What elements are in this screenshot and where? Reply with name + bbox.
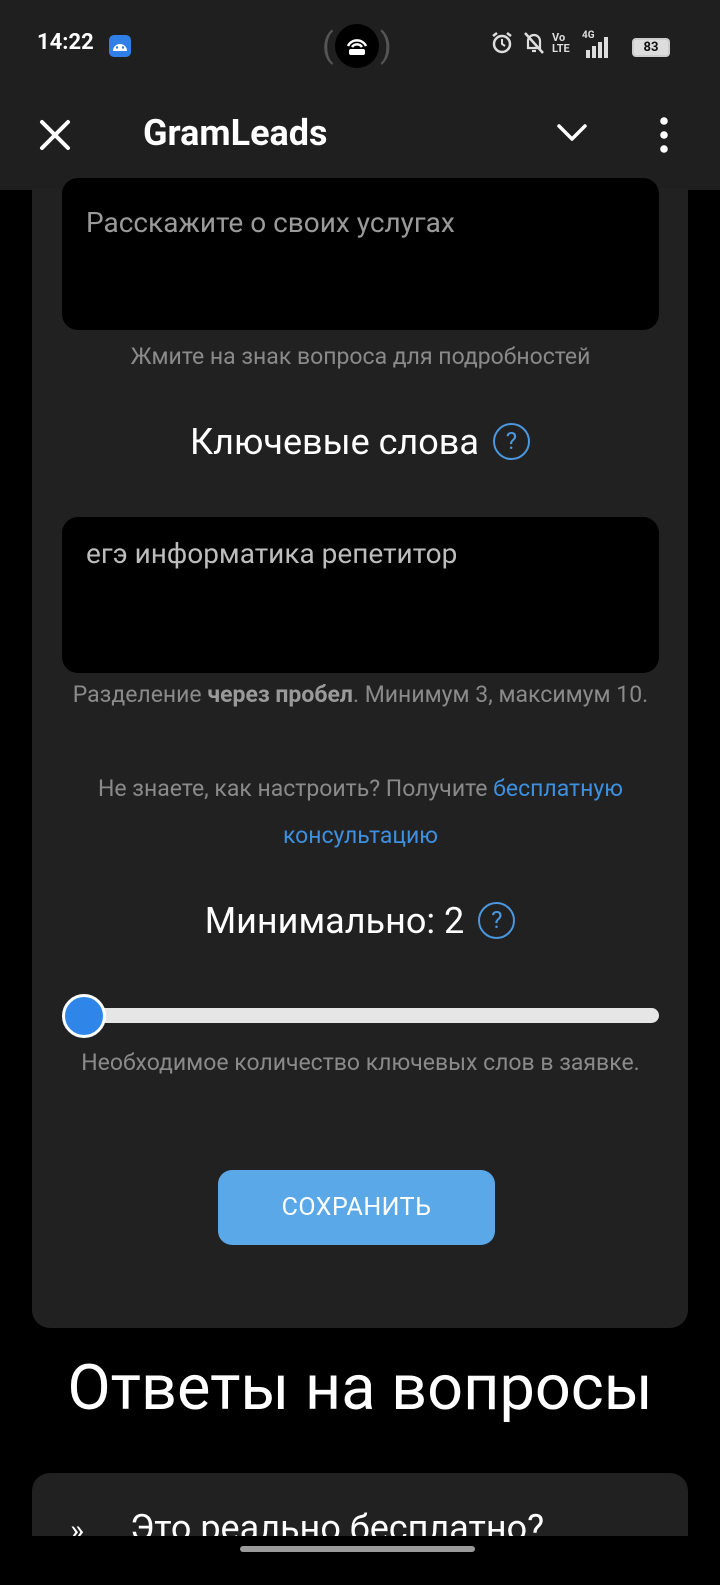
services-textarea[interactable]: Расскажите о своих услугах bbox=[62, 178, 659, 330]
chevron-down-icon[interactable] bbox=[557, 122, 587, 144]
faq-title: Ответы на вопросы bbox=[67, 1352, 653, 1425]
keywords-title-text: Ключевые слова bbox=[190, 421, 479, 463]
minimum-title-text: Минимально: 2 bbox=[204, 900, 465, 942]
alarm-icon bbox=[492, 32, 512, 54]
minimum-slider-thumb[interactable] bbox=[62, 994, 106, 1038]
services-hint: Жмите на знак вопроса для подробностей bbox=[130, 343, 591, 370]
minimum-hint: Необходимое количество ключевых слов в з… bbox=[81, 1049, 640, 1076]
more-vert-icon[interactable] bbox=[656, 116, 672, 154]
volte-icon: Vo LTE bbox=[552, 31, 570, 55]
keywords-textarea[interactable]: егэ информатика репетитор bbox=[62, 517, 659, 673]
battery-icon: 83 bbox=[632, 38, 670, 57]
minimum-title: Минимально: 2? bbox=[32, 900, 688, 942]
android-icon bbox=[109, 35, 131, 57]
settings-card: Расскажите о своих услугах Жмите на знак… bbox=[32, 178, 688, 1328]
faq-item[interactable]: » Это реально бесплатно? bbox=[32, 1473, 688, 1543]
mute-icon bbox=[524, 32, 544, 54]
keywords-hint: Разделение через пробел. Минимум 3, макс… bbox=[72, 681, 649, 708]
home-indicator[interactable] bbox=[240, 1546, 475, 1552]
minimum-slider-track[interactable] bbox=[74, 1008, 659, 1023]
nav-bar-area bbox=[0, 1536, 720, 1585]
consult-hint: Не знаете, как настроить? Получите беспл… bbox=[97, 775, 624, 849]
app-bar: GramLeads bbox=[0, 90, 720, 190]
close-icon[interactable] bbox=[38, 118, 72, 152]
keywords-help-icon[interactable]: ? bbox=[492, 422, 530, 460]
save-button[interactable]: СОХРАНИТЬ bbox=[218, 1170, 495, 1245]
app-title: GramLeads bbox=[143, 112, 328, 154]
status-icons: Vo LTE 4G 83 bbox=[490, 30, 670, 60]
minimum-help-icon[interactable]: ? bbox=[478, 901, 516, 939]
hotspot-icon bbox=[335, 24, 379, 68]
status-time: 14:22 bbox=[37, 30, 94, 55]
hotspot-pill: ( ) bbox=[322, 24, 392, 68]
status-bar: 14:22 ( ) Vo LTE 4G 83 bbox=[0, 0, 720, 90]
keywords-title: Ключевые слова? bbox=[32, 421, 688, 463]
